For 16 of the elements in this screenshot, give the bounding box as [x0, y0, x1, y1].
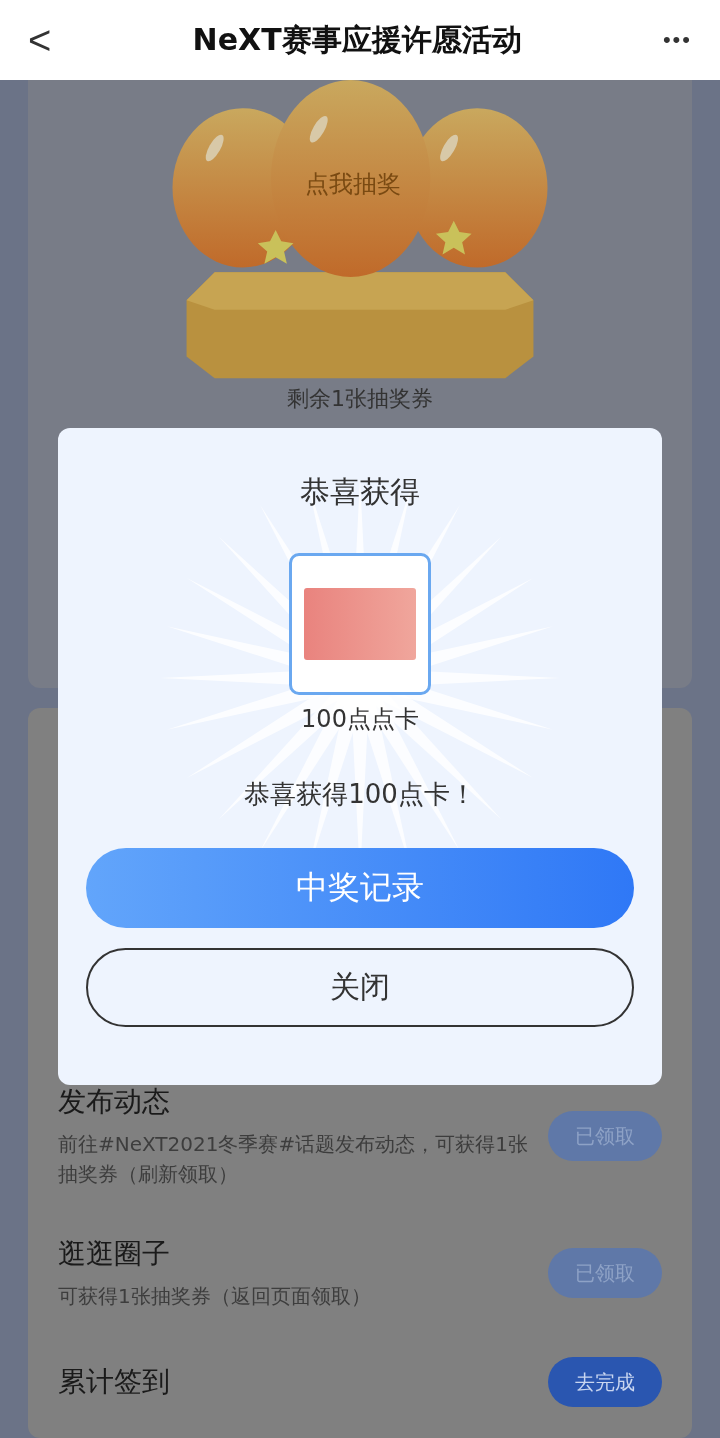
task-description: 可获得1张抽奖券（返回页面领取） — [58, 1283, 372, 1310]
task-title: 累计签到 — [58, 1364, 171, 1400]
task-description: 前往#NeXT2021冬季赛#话题发布动态，可获得1张抽奖券（刷新领取） — [58, 1131, 529, 1188]
page-title: NeXT赛事应援许愿活动 — [192, 20, 522, 59]
more-button[interactable]: ••• — [662, 27, 692, 53]
task-button[interactable]: 去完成 — [548, 1357, 662, 1407]
prize-message: 恭喜获得100点卡！ — [244, 778, 476, 811]
close-button[interactable]: 关闭 — [86, 948, 634, 1027]
task-title: 发布动态 — [58, 1084, 171, 1120]
task-title: 逛逛圈子 — [58, 1236, 171, 1272]
back-button[interactable]: < — [28, 17, 52, 63]
remaining-tickets: 剩余1张抽奖券 — [287, 385, 433, 413]
egg-label: 点我抽奖 — [305, 169, 401, 200]
dialog-title: 恭喜获得 — [300, 473, 420, 511]
prize-name: 100点点卡 — [301, 704, 419, 735]
records-button[interactable]: 中奖记录 — [86, 848, 634, 928]
